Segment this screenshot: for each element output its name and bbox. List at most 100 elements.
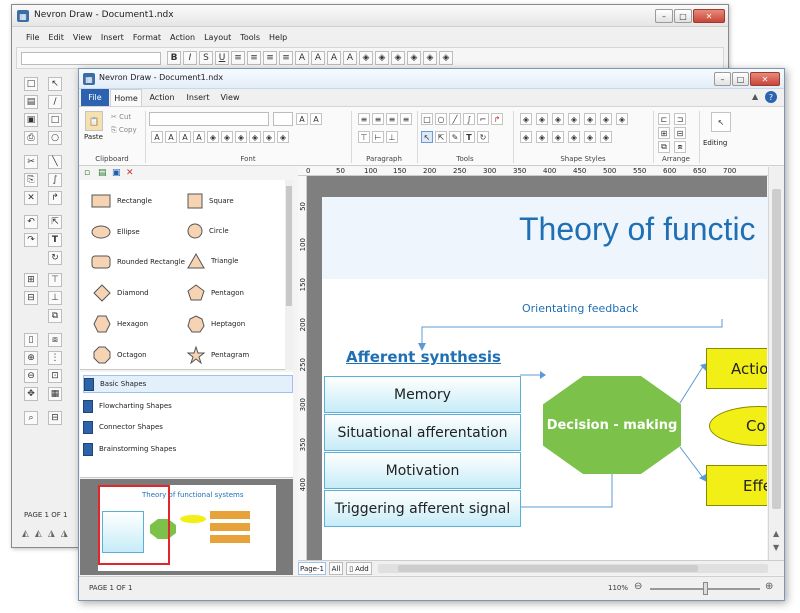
new-library-icon[interactable]: ▫ [84,168,90,178]
glow-color-icon[interactable]: ◈ [568,131,580,143]
page-tab-all[interactable]: All [329,562,343,575]
font-outline-icon[interactable]: A [343,51,357,65]
style-shadow-icon[interactable]: ◈ [391,51,405,65]
diagram-title[interactable]: Theory of functic [519,211,767,248]
save-library-icon[interactable]: ▣ [112,168,121,178]
viewport-rectangle[interactable] [98,485,170,565]
pen-tool-icon[interactable]: / [48,95,62,109]
reflect-color-icon[interactable]: ◈ [600,131,612,143]
bring-front-icon[interactable]: ⧉ [48,309,62,323]
shape-square[interactable]: Square [187,193,234,209]
font-3d-icon[interactable]: ◈ [277,131,289,143]
zoom-in-icon[interactable]: ⊕ [24,351,38,365]
nav-prev-icon[interactable]: ◭ [35,529,42,539]
shape-triangle[interactable]: Triangle [187,253,239,269]
nav-last-icon[interactable]: ◮ [61,529,68,539]
pointer-tool-icon[interactable]: ↖ [421,131,433,143]
style-fill-icon[interactable]: ◈ [359,51,373,65]
shadow-style-icon[interactable]: ◈ [552,113,564,125]
group-objects-icon[interactable]: ⊞ [658,127,670,139]
connector-tool-icon[interactable]: ⌐ [477,113,489,125]
align-bottom-icon[interactable]: ⊥ [48,291,62,305]
page-tab-page1[interactable]: Page-1 [298,562,326,575]
copy-icon[interactable]: ⎘ [24,173,38,187]
font-name-combo[interactable] [21,52,161,65]
underline-icon[interactable]: U [215,51,229,65]
ungroup-icon[interactable]: ⊟ [24,291,38,305]
font-grow-icon[interactable]: A [295,51,309,65]
close-icon[interactable]: ✕ [693,9,725,23]
curve-tool-icon[interactable]: ∫ [463,113,475,125]
shape-pentagram[interactable]: Pentagram [187,346,249,364]
shape-heptagon[interactable]: Heptagon [187,315,245,333]
horizontal-scrollbar[interactable] [378,564,768,573]
soft-style-icon[interactable]: ◈ [616,113,628,125]
distribute-icon[interactable]: ⋮ [48,351,62,365]
font-style-icon[interactable]: A [311,51,325,65]
select-tool-icon[interactable]: ⇱ [48,215,62,229]
shape-ellipse[interactable]: Ellipse [91,225,140,239]
vertical-scrollbar[interactable]: ▲ ▼ [768,167,784,560]
rectangle-tool-icon[interactable]: □ [48,113,62,127]
nav-first-icon[interactable]: ◭ [22,529,29,539]
italic-icon[interactable]: I [183,51,197,65]
align-right-icon[interactable]: ≡ [386,113,398,125]
undo-icon[interactable]: ↶ [24,215,38,229]
zoom-out-icon[interactable]: ⊖ [24,369,38,383]
ellipse-tool-icon[interactable]: ○ [435,113,447,125]
close-icon[interactable]: ✕ [750,72,780,86]
font-highlight-icon[interactable]: A [165,131,177,143]
bevel-color-icon[interactable]: ◈ [584,131,596,143]
style-line-icon[interactable]: ◈ [375,51,389,65]
pen-tool-icon[interactable]: ✎ [449,131,461,143]
style-3d-icon[interactable]: ◈ [407,51,421,65]
tab-home[interactable]: Home [110,89,142,106]
effect-node[interactable]: Effe [706,465,767,506]
distribute-objects-icon[interactable]: ⊐ [674,113,686,125]
bevel-style-icon[interactable]: ◈ [584,113,596,125]
font-name-combo[interactable] [149,112,269,126]
editing-pointer-icon[interactable]: ↖ [711,112,731,132]
align-center-icon[interactable]: ≡ [247,51,261,65]
shape-octagon[interactable]: Octagon [93,346,147,364]
ruler-icon[interactable]: ⊟ [48,411,62,425]
shape-hexagon[interactable]: Hexagon [93,315,148,333]
bold-icon[interactable]: B [167,51,181,65]
redo-icon[interactable]: ↷ [24,233,38,247]
shape-diamond[interactable]: Diamond [93,284,149,302]
glow-style-icon[interactable]: ◈ [568,113,580,125]
pointer-tool-icon[interactable]: ↖ [48,77,62,91]
align-justify-icon[interactable]: ≡ [279,51,293,65]
align-objects-icon[interactable]: ⊏ [658,113,670,125]
copy-button[interactable]: ⎘ Copy [111,126,137,135]
font-bevel-icon[interactable]: ◈ [249,131,261,143]
delete-icon[interactable]: ✕ [24,191,38,205]
route-tool-icon[interactable]: ↱ [491,113,503,125]
text-tool-icon[interactable]: T [463,131,475,143]
ungroup-objects-icon[interactable]: ⊟ [674,127,686,139]
tab-action[interactable]: Action [145,89,179,106]
scroll-down-icon[interactable]: ▼ [773,543,779,552]
valign-bottom-icon[interactable]: ⊥ [386,131,398,143]
font-glow-icon[interactable]: ◈ [221,131,233,143]
bring-forward-icon[interactable]: ⧉ [658,141,670,153]
row-situational-afferentation[interactable]: Situational afferentation [324,414,521,451]
tab-file[interactable]: File [81,89,109,106]
middle-ellipse-node[interactable]: Con [709,406,767,446]
menu-edit[interactable]: Edit [48,33,64,42]
font-reflect-icon[interactable]: ◈ [235,131,247,143]
style-bevel-icon[interactable]: ◈ [423,51,437,65]
menu-file[interactable]: File [26,33,39,42]
zoom-slider-thumb[interactable] [703,582,708,595]
shape-circle[interactable]: Circle [187,223,229,239]
line-color-icon[interactable]: ◈ [536,131,548,143]
fill-style-icon[interactable]: ◈ [520,113,532,125]
magnify-icon[interactable]: ⌕ [24,411,38,425]
line-tool-icon[interactable]: ╲ [48,155,62,169]
decision-making-node[interactable]: Decision - making [543,376,681,474]
editing-button[interactable]: Editing [703,139,727,147]
shape-rectangle[interactable]: Rectangle [91,194,152,208]
font-effect-icon[interactable]: ◈ [207,131,219,143]
font-shadow-icon[interactable]: A [327,51,341,65]
reflect-style-icon[interactable]: ◈ [600,113,612,125]
